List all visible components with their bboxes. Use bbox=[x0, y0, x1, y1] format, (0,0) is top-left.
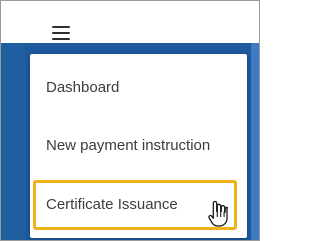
menu-item-certificate-issuance[interactable]: Certificate Issuance bbox=[30, 180, 247, 234]
hamburger-menu-icon[interactable] bbox=[52, 26, 70, 40]
menu-item-new-payment-instruction[interactable]: New payment instruction bbox=[30, 124, 247, 168]
menu-item-dashboard[interactable]: Dashboard bbox=[30, 66, 247, 110]
top-bar bbox=[1, 1, 259, 43]
right-panel bbox=[251, 43, 259, 240]
left-strip bbox=[1, 43, 25, 240]
dropdown-menu: Dashboard New payment instruction Certif… bbox=[30, 54, 247, 238]
app-window: Dashboard New payment instruction Certif… bbox=[0, 0, 260, 241]
